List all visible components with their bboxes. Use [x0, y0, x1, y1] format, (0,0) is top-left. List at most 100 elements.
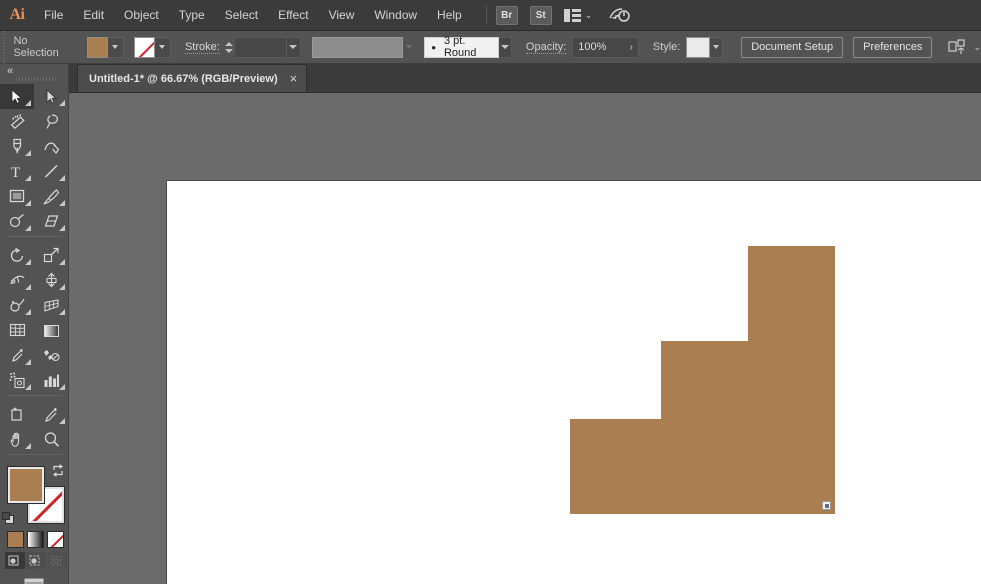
mesh-tool[interactable]: [0, 318, 34, 343]
artboard-tool[interactable]: [0, 402, 34, 427]
stroke-color-dropdown[interactable]: [154, 36, 171, 58]
zoom-tool[interactable]: [34, 427, 68, 452]
artboard[interactable]: [166, 180, 981, 584]
shape-builder-tool[interactable]: [0, 293, 34, 318]
eraser-tool[interactable]: [34, 209, 68, 234]
stock-button[interactable]: St: [529, 5, 552, 25]
hand-tool[interactable]: [0, 427, 34, 452]
fill-color-dropdown[interactable]: [107, 36, 124, 58]
menu-divider: [485, 6, 487, 24]
search-help-icon[interactable]: [608, 5, 631, 25]
control-bar-grip[interactable]: [0, 30, 8, 64]
tool-grid: T: [0, 84, 68, 452]
draw-normal-button[interactable]: [5, 552, 25, 569]
bridge-button[interactable]: Br: [495, 5, 518, 25]
lasso-tool[interactable]: [34, 109, 68, 134]
pen-tool[interactable]: [0, 134, 34, 159]
swap-fill-stroke-icon[interactable]: [51, 464, 65, 478]
magic-wand-tool[interactable]: [0, 109, 34, 134]
width-profile-select[interactable]: • 3 pt. Round: [424, 35, 499, 59]
align-to-artboard-icon[interactable]: [948, 38, 968, 56]
menu-window[interactable]: Window: [364, 0, 427, 31]
draw-inside-button[interactable]: [47, 552, 67, 569]
screen-mode-icon: [21, 576, 47, 584]
stroke-weight-stepper[interactable]: [225, 37, 234, 58]
menu-view[interactable]: View: [319, 0, 365, 31]
tool-divider-1: [6, 236, 62, 241]
chevron-down-icon: ⌄: [584, 9, 593, 20]
graphic-style-swatch[interactable]: [686, 36, 710, 58]
workspace-switcher[interactable]: ⌄: [563, 8, 593, 22]
perspective-grid-tool[interactable]: [34, 293, 68, 318]
color-controls: [0, 463, 69, 529]
profile-bullet-icon: •: [431, 39, 436, 55]
width-tool[interactable]: [0, 268, 34, 293]
blend-tool[interactable]: [34, 343, 68, 368]
type-tool[interactable]: T: [0, 159, 34, 184]
rotate-tool[interactable]: [0, 243, 34, 268]
workspace-switcher-icon: [563, 8, 581, 22]
illustrator-window: Ai File Edit Object Type Select Effect V…: [0, 0, 981, 584]
menu-type[interactable]: Type: [169, 0, 215, 31]
staircase-shape[interactable]: [167, 181, 981, 584]
stroke-weight-dropdown[interactable]: [287, 36, 301, 58]
stroke-color-swatch[interactable]: [133, 36, 155, 58]
fill-color-swatch-panel[interactable]: [7, 466, 45, 504]
eyedropper-tool[interactable]: [0, 343, 34, 368]
menu-edit[interactable]: Edit: [73, 0, 114, 31]
tools-panel-grip[interactable]: [16, 77, 56, 81]
stroke-weight-label[interactable]: Stroke:: [184, 41, 220, 54]
fill-color-swatch[interactable]: [86, 36, 108, 58]
brush-definition-dropdown[interactable]: [403, 37, 415, 58]
document-tab-bar: Untitled-1* @ 66.67% (RGB/Preview) ×: [0, 63, 981, 93]
opacity-value: 100%: [578, 41, 607, 53]
free-transform-tool[interactable]: [34, 268, 68, 293]
shaper-tool[interactable]: [0, 209, 34, 234]
symbol-sprayer-tool[interactable]: [0, 368, 34, 393]
width-profile-dropdown[interactable]: [498, 36, 512, 58]
draw-mode-buttons: [0, 548, 68, 569]
selection-status-label: No Selection: [13, 35, 59, 59]
direct-selection-tool[interactable]: [34, 84, 68, 109]
opacity-input[interactable]: 100% ›: [572, 36, 639, 58]
opacity-label[interactable]: Opacity:: [525, 41, 567, 54]
draw-behind-button[interactable]: [26, 552, 46, 569]
gradient-tool[interactable]: [34, 318, 68, 343]
stroke-weight-input[interactable]: [233, 36, 288, 58]
menu-select[interactable]: Select: [215, 0, 268, 31]
close-icon[interactable]: ×: [290, 71, 298, 86]
collapse-panel-icon[interactable]: «: [7, 66, 13, 77]
menu-file[interactable]: File: [34, 0, 73, 31]
line-segment-tool[interactable]: [34, 159, 68, 184]
slice-tool[interactable]: [34, 402, 68, 427]
anchor-point-dot: [824, 503, 829, 508]
selection-tool[interactable]: [0, 84, 34, 109]
menu-effect[interactable]: Effect: [268, 0, 318, 31]
opacity-arrow-icon: ›: [629, 41, 633, 53]
gradient-mode-button[interactable]: [27, 531, 44, 548]
paintbrush-tool[interactable]: [34, 184, 68, 209]
color-mode-button[interactable]: [7, 531, 24, 548]
document-setup-button[interactable]: Document Setup: [741, 36, 844, 58]
graphic-style-dropdown[interactable]: [709, 36, 724, 58]
control-bar: No Selection Stroke: • 3 pt. Round Opaci…: [0, 30, 981, 64]
rectangle-tool[interactable]: [0, 184, 34, 209]
canvas-area[interactable]: [69, 93, 981, 584]
change-screen-mode-button[interactable]: [0, 569, 68, 584]
tool-divider-3: [6, 454, 62, 459]
menu-help[interactable]: Help: [427, 0, 472, 31]
anchor-point-marker[interactable]: [822, 501, 831, 510]
menu-object[interactable]: Object: [114, 0, 169, 31]
curvature-tool[interactable]: [34, 134, 68, 159]
menu-bar: Ai File Edit Object Type Select Effect V…: [0, 0, 981, 31]
column-graph-tool[interactable]: [34, 368, 68, 393]
svg-text:T: T: [11, 165, 20, 180]
preferences-button[interactable]: Preferences: [853, 36, 933, 58]
brush-definition-input[interactable]: [311, 36, 403, 58]
default-fill-stroke-icon[interactable]: [2, 512, 16, 526]
document-tab[interactable]: Untitled-1* @ 66.67% (RGB/Preview) ×: [77, 64, 308, 92]
tools-panel: « T: [0, 64, 69, 584]
align-chevron-down-icon[interactable]: ⌄: [973, 42, 981, 52]
none-mode-button[interactable]: [47, 531, 64, 548]
scale-tool[interactable]: [34, 243, 68, 268]
